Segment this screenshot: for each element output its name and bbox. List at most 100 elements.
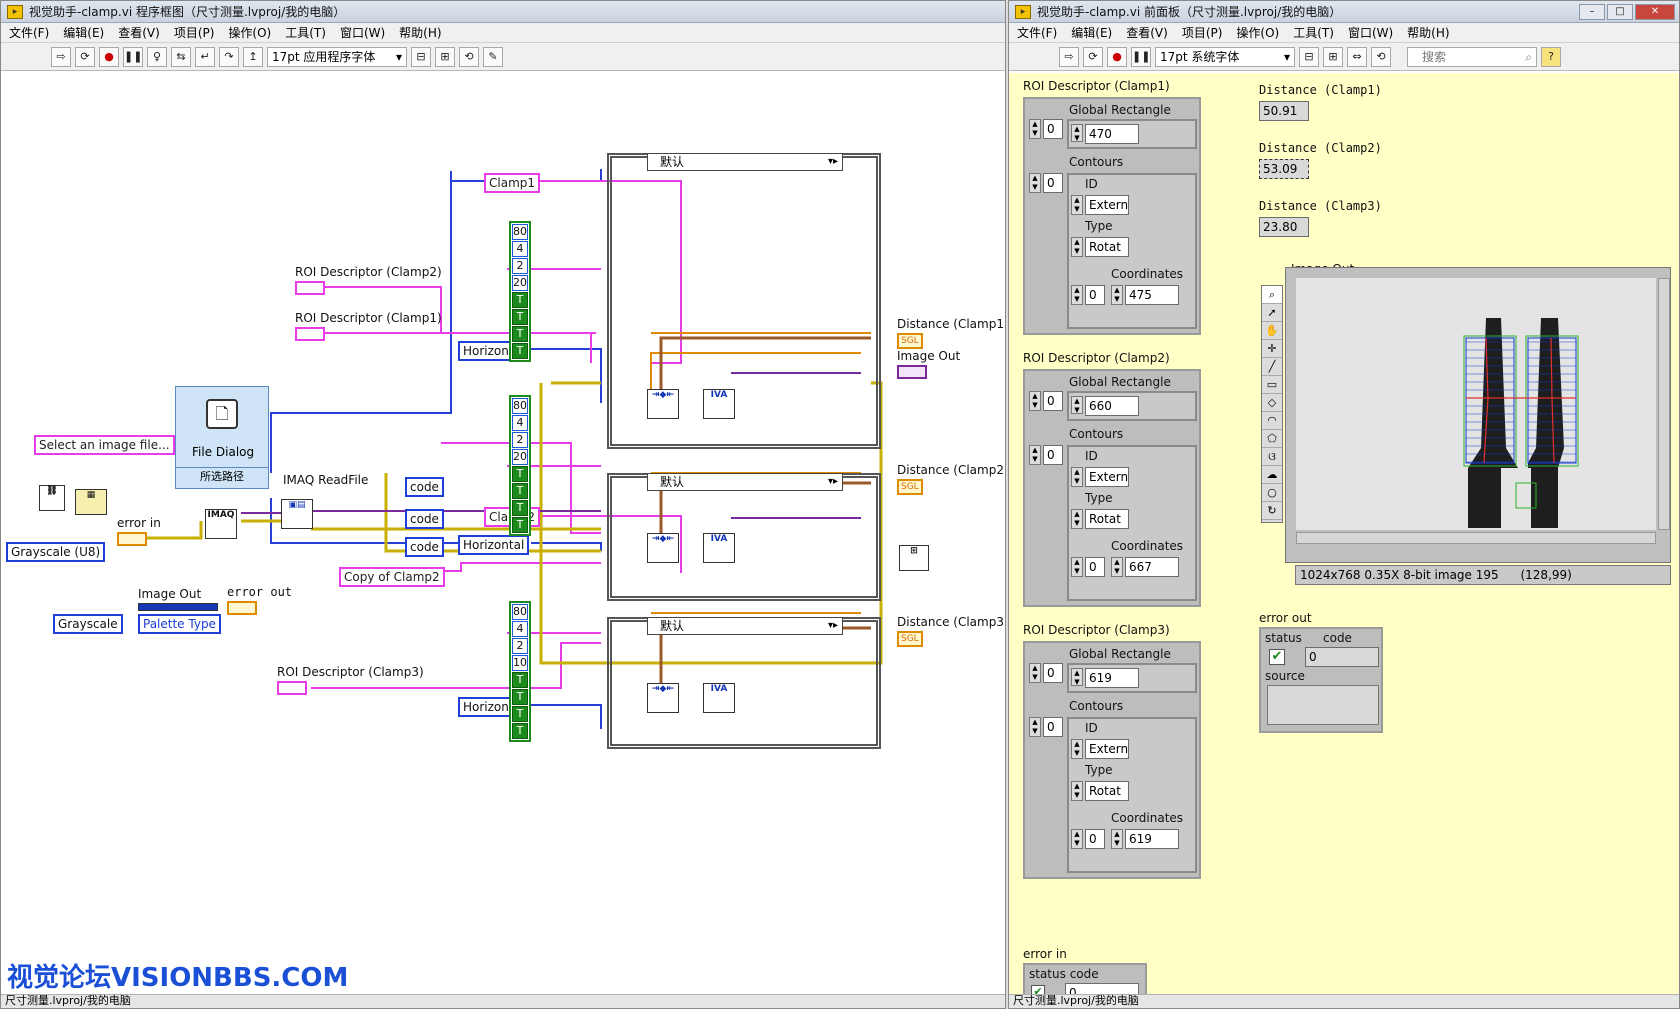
distribute-icon[interactable]: ⊞ xyxy=(435,46,455,67)
palette-type-constant[interactable]: Palette Type xyxy=(138,614,221,634)
bd-font-select[interactable]: 17pt 应用程序字体 xyxy=(267,46,407,67)
global-rect-value-spinner[interactable]: ▲ ▼ xyxy=(1071,668,1083,686)
run-arrow-icon[interactable]: ⇨ xyxy=(51,46,71,67)
contours-spinner[interactable]: ▲ ▼ xyxy=(1029,173,1041,193)
merge-errors-node[interactable]: ⊞ xyxy=(899,545,929,571)
retain-wire-icon[interactable]: ⇆ xyxy=(171,46,191,67)
global-rect-spinner[interactable]: ▲ ▼ xyxy=(1029,119,1041,139)
roi-clamp3-control[interactable] xyxy=(277,681,307,695)
contours-index[interactable]: 0 xyxy=(1043,173,1063,193)
array-constant-2[interactable]: 80 4 2 20 T T T T xyxy=(509,395,531,536)
annulus-tool-icon[interactable]: ◠ xyxy=(1262,412,1282,430)
id-spinner[interactable]: ▲ ▼ xyxy=(1071,195,1083,215)
bd-menu-tools[interactable]: 工具(T) xyxy=(285,24,326,41)
global-rect-value-spinner[interactable]: ▲ ▼ xyxy=(1071,124,1083,142)
grayscale-u8-constant[interactable]: Grayscale (U8) xyxy=(6,542,106,562)
coordinates-index[interactable]: 0 xyxy=(1085,285,1105,305)
dist-clamp3-indicator[interactable]: SGL xyxy=(897,631,923,647)
run-arrow-icon[interactable]: ⇨ xyxy=(1059,46,1079,67)
coordinates-value[interactable]: 667 xyxy=(1125,557,1179,577)
run-continuous-icon[interactable]: ⟳ xyxy=(75,46,95,67)
broken-line-tool-icon[interactable]: ↻ xyxy=(1262,502,1282,520)
error-out-indicator-bd[interactable] xyxy=(227,601,257,615)
image-canvas[interactable] xyxy=(1296,278,1656,530)
abort-icon[interactable]: ● xyxy=(99,46,119,67)
global-rect-index[interactable]: 0 xyxy=(1043,663,1063,683)
global-rect-value[interactable]: 619 xyxy=(1085,668,1139,688)
bd-menu-view[interactable]: 查看(V) xyxy=(118,24,160,41)
pause-icon[interactable]: ❚❚ xyxy=(123,46,143,67)
coordinates-index[interactable]: 0 xyxy=(1085,557,1105,577)
imaq-create-node[interactable]: IMAQ xyxy=(205,509,237,539)
roi-clamp1-control[interactable] xyxy=(295,327,325,341)
block-diagram-canvas[interactable]: ROI Descriptor (Clamp2) ROI Descriptor (… xyxy=(1,73,1005,994)
global-rect-index[interactable]: 0 xyxy=(1043,119,1063,139)
coordinates-index[interactable]: 0 xyxy=(1085,829,1105,849)
step-out-icon[interactable]: ↥ xyxy=(243,46,263,67)
search-box[interactable]: 搜索 ⌕ xyxy=(1407,46,1537,67)
help-icon[interactable]: ? xyxy=(1541,46,1561,67)
type-spinner[interactable]: ▲ ▼ xyxy=(1071,509,1083,529)
coordinates-spinner[interactable]: ▲ ▼ xyxy=(1071,829,1083,849)
pause-icon[interactable]: ❚❚ xyxy=(1131,46,1151,67)
dist-clamp1-indicator[interactable]: SGL xyxy=(897,333,923,349)
reorder-icon[interactable]: ⟲ xyxy=(459,46,479,67)
image-out-indicator[interactable] xyxy=(897,365,927,379)
bd-menu-operate[interactable]: 操作(O) xyxy=(228,24,271,41)
iva-node-1[interactable]: IVA xyxy=(703,389,735,419)
global-rect-spinner[interactable]: ▲ ▼ xyxy=(1029,391,1041,411)
grayscale-palette-constant[interactable]: Grayscale xyxy=(53,614,123,634)
minimize-button[interactable]: – xyxy=(1579,3,1605,20)
type-spinner[interactable]: ▲ ▼ xyxy=(1071,237,1083,257)
image-out-display-node[interactable] xyxy=(138,603,218,611)
pan-tool-icon[interactable]: ✋ xyxy=(1262,322,1282,340)
image-hscroll[interactable] xyxy=(1296,532,1656,544)
global-rect-value[interactable]: 470 xyxy=(1085,124,1139,144)
iva-node-2[interactable]: IVA xyxy=(703,533,735,563)
global-rect-value[interactable]: 660 xyxy=(1085,396,1139,416)
fp-font-select[interactable]: 17pt 系统字体 xyxy=(1155,46,1295,67)
copy-clamp2-constant[interactable]: Copy of Clamp2 xyxy=(339,567,445,587)
fp-menu-window[interactable]: 窗口(W) xyxy=(1348,24,1393,41)
fp-menu-edit[interactable]: 编辑(E) xyxy=(1071,24,1112,41)
align-icon[interactable]: ⊟ xyxy=(411,46,431,67)
align-icon[interactable]: ⊟ xyxy=(1299,46,1319,67)
image-vscroll[interactable] xyxy=(1658,278,1670,530)
rectangle-tool-icon[interactable]: ▭ xyxy=(1262,376,1282,394)
coordinates-value[interactable]: 475 xyxy=(1125,285,1179,305)
select-image-constant[interactable]: Select an image file... xyxy=(34,435,175,455)
horizontal-constant-2[interactable]: Horizontal xyxy=(458,535,530,555)
contours-index[interactable]: 0 xyxy=(1043,445,1063,465)
bd-menu-file[interactable]: 文件(F) xyxy=(9,24,49,41)
array-constant-3[interactable]: 80 4 2 10 T T T T xyxy=(509,601,531,742)
line-tool-icon[interactable]: ╱ xyxy=(1262,358,1282,376)
clamp-node-2[interactable]: ⇥◆⇤ xyxy=(647,533,679,563)
contours-spinner[interactable]: ▲ ▼ xyxy=(1029,717,1041,737)
roi-clamp2-control[interactable] xyxy=(295,281,325,295)
bd-menu-window[interactable]: 窗口(W) xyxy=(340,24,385,41)
coordinates-value-spinner[interactable]: ▲ ▼ xyxy=(1111,557,1123,577)
code-constant-1[interactable]: code xyxy=(405,477,444,497)
code-constant-3[interactable]: code xyxy=(405,537,444,557)
clamp-node-3[interactable]: ⇥◆⇤ xyxy=(647,683,679,713)
dist-clamp2-indicator[interactable]: SGL xyxy=(897,479,923,495)
clamp1-constant[interactable]: Clamp1 xyxy=(484,173,541,193)
case-selector-3[interactable]: 默认 xyxy=(647,617,843,635)
id-value[interactable]: Extern xyxy=(1085,739,1129,759)
fp-menu-operate[interactable]: 操作(O) xyxy=(1236,24,1279,41)
run-continuous-icon[interactable]: ⟳ xyxy=(1083,46,1103,67)
contours-spinner[interactable]: ▲ ▼ xyxy=(1029,445,1041,465)
coordinates-spinner[interactable]: ▲ ▼ xyxy=(1071,285,1083,305)
cleanup-icon[interactable]: ✎ xyxy=(483,46,503,67)
type-value[interactable]: Rotat xyxy=(1085,781,1129,801)
highlight-execution-icon[interactable]: ♀ xyxy=(147,46,167,67)
fp-menu-project[interactable]: 项目(P) xyxy=(1182,24,1223,41)
coordinates-value-spinner[interactable]: ▲ ▼ xyxy=(1111,285,1123,305)
global-rect-index[interactable]: 0 xyxy=(1043,391,1063,411)
type-value[interactable]: Rotat xyxy=(1085,237,1129,257)
coordinates-spinner[interactable]: ▲ ▼ xyxy=(1071,557,1083,577)
iva-node-3[interactable]: IVA xyxy=(703,683,735,713)
case-selector-1[interactable]: 默认 xyxy=(647,153,843,171)
path-constant-icon[interactable]: ⛓ xyxy=(39,485,65,511)
fp-menu-view[interactable]: 查看(V) xyxy=(1126,24,1168,41)
